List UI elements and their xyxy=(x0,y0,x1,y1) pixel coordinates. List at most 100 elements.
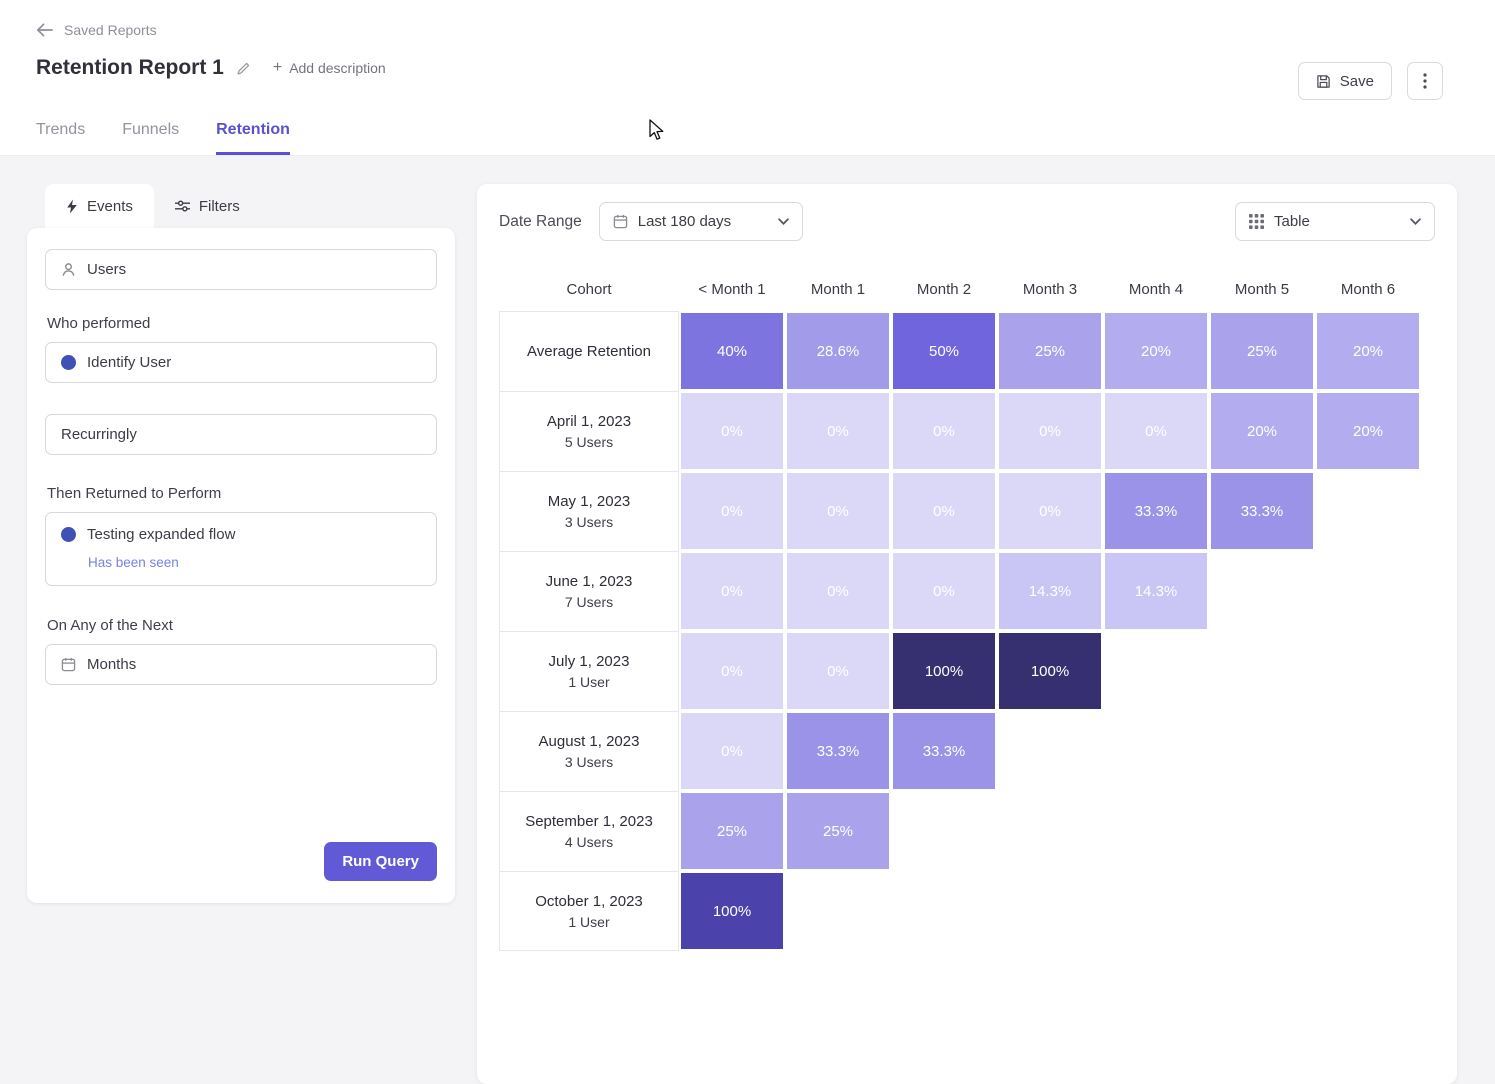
retention-cell[interactable]: 25% xyxy=(1211,313,1313,389)
retention-cell-slot: 33.3% xyxy=(785,711,891,791)
who-performed-label: Who performed xyxy=(47,315,435,332)
cohort-name: June 1, 2023 xyxy=(546,573,633,590)
retention-cell[interactable]: 100% xyxy=(893,633,995,709)
retention-cell-slot: 14.3% xyxy=(1103,551,1209,631)
retention-cell-slot: 100% xyxy=(891,631,997,711)
tab-trends[interactable]: Trends xyxy=(36,121,85,155)
save-button[interactable]: Save xyxy=(1298,62,1392,100)
retention-cell-slot: 25% xyxy=(785,791,891,871)
frequency-selector[interactable]: Recurringly xyxy=(45,414,437,455)
identify-user-event-selector[interactable]: Identify User xyxy=(45,342,437,383)
back-link[interactable]: Saved Reports xyxy=(36,20,157,40)
edit-title-button[interactable] xyxy=(236,61,251,76)
retention-cell[interactable]: 100% xyxy=(999,633,1101,709)
retention-cell[interactable]: 0% xyxy=(999,393,1101,469)
retention-cell-slot: 20% xyxy=(1209,391,1315,471)
retention-cell[interactable]: 33.3% xyxy=(1105,473,1207,549)
cohort-cell: April 1, 2023 5 Users xyxy=(499,391,679,471)
retention-cell[interactable]: 33.3% xyxy=(1211,473,1313,549)
tab-retention[interactable]: Retention xyxy=(216,121,290,155)
report-controls: Date Range Last 180 days Table xyxy=(499,202,1435,241)
retention-cell-slot: 0% xyxy=(679,471,785,551)
query-panel: Users Who performed Identify User Recurr… xyxy=(27,228,455,903)
retention-cell[interactable]: 20% xyxy=(1211,393,1313,469)
run-query-button[interactable]: Run Query xyxy=(324,842,437,881)
retention-cell[interactable]: 0% xyxy=(681,713,783,789)
add-description-button[interactable]: + Add description xyxy=(273,60,386,76)
cohort-size: 7 Users xyxy=(565,594,613,610)
cohort-cell: September 1, 20234 Users xyxy=(499,791,679,871)
retention-cell[interactable]: 25% xyxy=(999,313,1101,389)
retention-cell[interactable]: 20% xyxy=(1317,393,1419,469)
retention-cell[interactable]: 14.3% xyxy=(1105,553,1207,629)
retention-cell[interactable]: 0% xyxy=(681,473,783,549)
table-row: June 1, 20237 Users0%0%0%14.3%14.3% xyxy=(499,551,1435,631)
retention-cell[interactable]: 0% xyxy=(787,393,889,469)
retention-cell[interactable]: 33.3% xyxy=(893,713,995,789)
tab-events[interactable]: Events xyxy=(45,184,154,228)
tab-filters[interactable]: Filters xyxy=(154,184,261,228)
return-event-selector[interactable]: Testing expanded flow Has been seen xyxy=(45,512,437,586)
more-options-button[interactable] xyxy=(1407,62,1443,100)
retention-cell[interactable]: 50% xyxy=(893,313,995,389)
event-dot-icon xyxy=(61,355,76,370)
retention-cell[interactable]: 20% xyxy=(1317,313,1419,389)
retention-cell[interactable]: 0% xyxy=(999,473,1101,549)
pencil-icon xyxy=(236,61,251,76)
retention-cell[interactable]: 0% xyxy=(893,473,995,549)
retention-cell-slot: 25% xyxy=(997,311,1103,391)
table-row: Average Retention40%28.6%50%25%20%25%20% xyxy=(499,311,1435,391)
save-label: Save xyxy=(1340,73,1374,90)
retention-cell[interactable]: 0% xyxy=(893,553,995,629)
cohort-cell: June 1, 2023 7 Users xyxy=(499,551,679,631)
workspace: Events Filters Users Who performed Ident… xyxy=(0,156,1495,1084)
query-panel-tabs: Events Filters xyxy=(27,184,455,228)
retention-cell[interactable]: 25% xyxy=(681,793,783,869)
frequency-label: Recurringly xyxy=(61,426,137,443)
retention-cell-slot: 0% xyxy=(679,551,785,631)
kebab-icon xyxy=(1423,73,1427,89)
cohort-name: July 1, 2023 xyxy=(549,653,630,670)
retention-cell[interactable]: 40% xyxy=(681,313,783,389)
cohort-size: 1 User xyxy=(568,914,609,930)
lightning-icon xyxy=(66,199,78,214)
return-event-label: Testing expanded flow xyxy=(87,526,235,543)
retention-cell[interactable]: 33.3% xyxy=(787,713,889,789)
cohort-size: 3 Users xyxy=(565,754,613,770)
tab-funnels[interactable]: Funnels xyxy=(122,121,179,155)
return-event-condition-link[interactable]: Has been seen xyxy=(88,555,179,570)
table-row: July 1, 20231 User0%0%100%100% xyxy=(499,631,1435,711)
retention-cell-slot: 50% xyxy=(891,311,997,391)
retention-cell-slot: 28.6% xyxy=(785,311,891,391)
retention-cell[interactable]: 0% xyxy=(787,633,889,709)
retention-cell-slot: 25% xyxy=(679,791,785,871)
users-label: Users xyxy=(87,261,126,278)
view-mode-dropdown[interactable]: Table xyxy=(1235,202,1435,241)
calendar-icon xyxy=(613,214,628,229)
retention-cell[interactable]: 100% xyxy=(681,873,783,949)
retention-cell-slot: 0% xyxy=(997,471,1103,551)
table-row: May 1, 20233 Users0%0%0%0%33.3%33.3% xyxy=(499,471,1435,551)
retention-cell[interactable]: 25% xyxy=(787,793,889,869)
retention-cell[interactable]: 28.6% xyxy=(787,313,889,389)
page-title: Retention Report 1 xyxy=(36,56,224,80)
retention-cell[interactable]: 0% xyxy=(681,393,783,469)
retention-cell[interactable]: 0% xyxy=(787,553,889,629)
retention-cell[interactable]: 0% xyxy=(893,393,995,469)
date-range-dropdown[interactable]: Last 180 days xyxy=(599,202,803,241)
retention-cell[interactable]: 0% xyxy=(787,473,889,549)
cohort-size: 5 Users xyxy=(565,434,613,450)
user-icon xyxy=(61,262,76,277)
retention-cell[interactable]: 0% xyxy=(681,633,783,709)
retention-cell[interactable]: 0% xyxy=(681,553,783,629)
retention-cell[interactable]: 20% xyxy=(1105,313,1207,389)
report-card: Date Range Last 180 days Table xyxy=(477,184,1457,1084)
retention-cell[interactable]: 14.3% xyxy=(999,553,1101,629)
back-label: Saved Reports xyxy=(64,22,157,38)
column-header: Cohort xyxy=(499,281,679,298)
unit-selector[interactable]: Months xyxy=(45,644,437,685)
cohort-name: April 1, 2023 xyxy=(547,413,631,430)
retention-cell[interactable]: 0% xyxy=(1105,393,1207,469)
users-selector[interactable]: Users xyxy=(45,249,437,290)
column-header: Month 2 xyxy=(891,281,997,298)
